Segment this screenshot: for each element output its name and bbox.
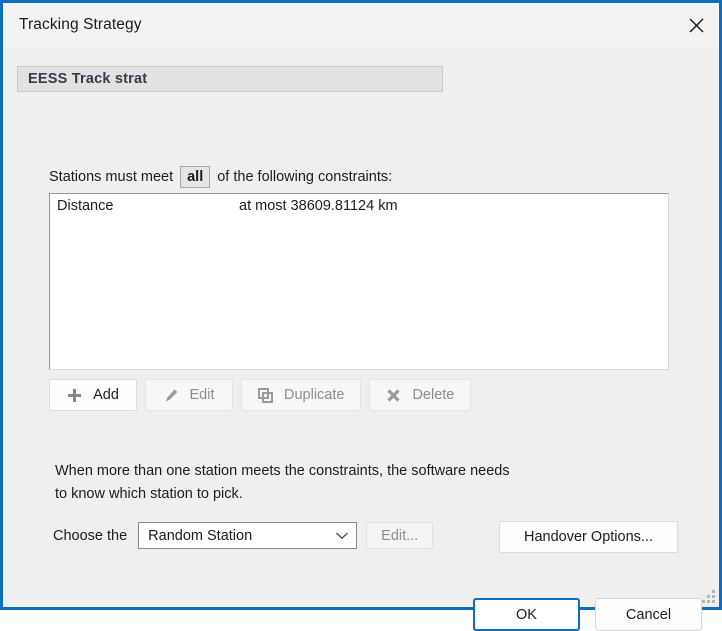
ok-button[interactable]: OK [473,598,580,631]
constraints-suffix-text: of the following constraints: [217,166,392,188]
copy-icon [258,388,273,403]
constraints-prefix-text: Stations must meet [49,166,173,188]
constraint-name: Distance [57,198,239,214]
chooser-edit-button[interactable]: Edit... [366,522,433,549]
constraints-list[interactable]: Distance at most 38609.81124 km [49,193,669,370]
handover-options-button[interactable]: Handover Options... [499,521,678,553]
strategy-name-label: EESS Track strat [28,71,147,87]
close-icon [688,17,705,34]
x-mark-icon [386,388,401,403]
resize-grip[interactable] [702,590,715,603]
title-bar: Tracking Strategy [3,3,719,47]
dialog-button-bar: OK Cancel [473,598,702,631]
cancel-button-label: Cancel [626,607,671,623]
tracking-strategy-dialog: Tracking Strategy EESS Track strat Stati… [0,0,722,610]
cancel-button[interactable]: Cancel [595,598,702,631]
edit-button[interactable]: Edit [145,379,233,411]
strategy-name-header: EESS Track strat [17,66,443,92]
duplicate-button[interactable]: Duplicate [241,379,361,411]
constraint-value: at most 38609.81124 km [239,198,668,214]
station-picker-value: Random Station [148,528,335,544]
duplicate-button-label: Duplicate [284,387,344,403]
chevron-down-icon [335,528,349,544]
edit-button-label: Edit [190,387,215,403]
window-title: Tracking Strategy [3,16,142,34]
station-picker-select[interactable]: Random Station [138,522,357,549]
handover-options-label: Handover Options... [524,529,653,545]
dialog-body: EESS Track strat Stations must meet all … [3,47,719,607]
close-button[interactable] [673,3,719,47]
station-chooser-row: Choose the Random Station Edit... [53,522,433,549]
constraints-sentence: Stations must meet all of the following … [49,166,392,188]
plus-icon [67,388,82,403]
help-text-line-2: to know which station to pick. [55,483,510,506]
pencil-icon [164,388,179,403]
add-button-label: Add [93,387,119,403]
ok-button-label: OK [516,607,537,623]
help-text: When more than one station meets the con… [55,460,510,506]
add-button[interactable]: Add [49,379,137,411]
choose-the-label: Choose the [53,528,127,544]
help-text-line-1: When more than one station meets the con… [55,460,510,483]
delete-button-label: Delete [412,387,454,403]
quantifier-selector[interactable]: all [180,166,210,188]
list-item[interactable]: Distance at most 38609.81124 km [50,194,668,218]
delete-button[interactable]: Delete [369,379,471,411]
chooser-edit-label: Edit... [381,528,418,544]
constraints-toolbar: Add Edit Duplicate [49,379,471,411]
